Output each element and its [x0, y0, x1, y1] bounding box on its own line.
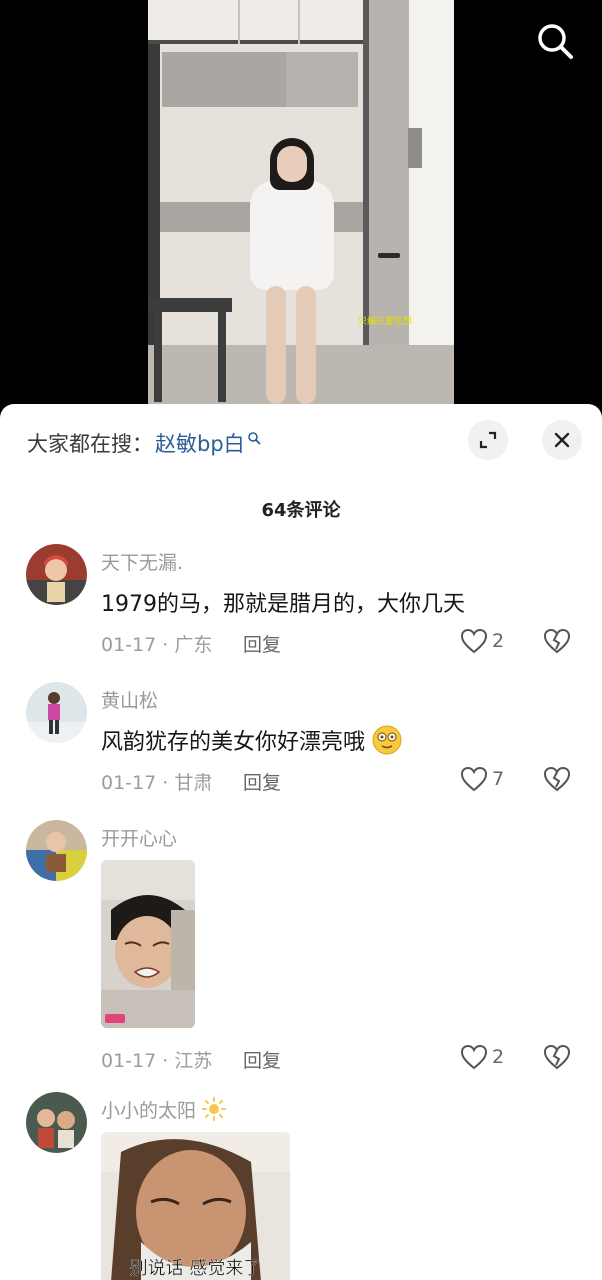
comment-item: 小小的太阳 别说话 感觉来了	[0, 1092, 602, 1280]
broken-heart-icon	[543, 1044, 571, 1070]
background-chair	[148, 298, 232, 402]
comment-date-location: 01-17 · 江苏	[101, 1050, 213, 1072]
dislike-button[interactable]	[543, 628, 571, 656]
comment-date-location: 01-17 · 广东	[101, 634, 213, 656]
comment-item: 开开心心 01-17 · 江苏 回复 2	[0, 820, 602, 1080]
sun-emoji-icon	[202, 1097, 227, 1121]
image-caption: 别说话 感觉来了	[129, 1258, 262, 1279]
search-suggestion-term[interactable]: 赵敏bp白	[155, 428, 245, 458]
avatar[interactable]	[26, 820, 87, 881]
search-suggestion-label: 大家都在搜：	[27, 432, 153, 456]
video-player[interactable]: 只编只要您想	[0, 0, 602, 410]
search-magnifier-icon	[247, 432, 261, 445]
comment-text: 1979的马，那就是腊月的，大你几天	[101, 592, 465, 617]
reply-button[interactable]: 回复	[243, 1046, 281, 1073]
avatar[interactable]	[26, 1092, 87, 1153]
search-suggestion[interactable]: 大家都在搜： 赵敏bp白	[27, 426, 261, 460]
comment-image[interactable]: 别说话 感觉来了	[101, 1132, 290, 1280]
close-button[interactable]	[542, 420, 582, 460]
reply-button[interactable]: 回复	[243, 768, 281, 795]
heart-icon	[460, 766, 488, 792]
search-icon	[538, 24, 573, 59]
comment-text-row: 风韵犹存的美女你好漂亮哦	[101, 724, 402, 756]
smiley-emoji-icon	[372, 725, 402, 755]
comment-username[interactable]: 黄山松	[101, 686, 158, 713]
dislike-button[interactable]	[543, 1044, 571, 1072]
comment-text: 风韵犹存的美女你好漂亮哦	[101, 730, 366, 755]
video-frame: 只编只要您想	[148, 0, 454, 410]
comment-item: 黄山松 风韵犹存的美女你好漂亮哦 01-17 · 甘肃 回复 7	[0, 682, 602, 812]
search-button[interactable]	[532, 18, 578, 64]
like-button[interactable]: 7	[460, 764, 520, 794]
dislike-button[interactable]	[543, 766, 571, 794]
like-button[interactable]: 2	[460, 1042, 520, 1072]
comment-date-location: 01-17 · 甘肃	[101, 772, 213, 794]
close-icon	[554, 432, 570, 448]
like-count: 7	[492, 768, 505, 790]
like-count: 2	[492, 630, 505, 652]
comment-username-row: 小小的太阳	[101, 1096, 227, 1123]
comment-image[interactable]	[101, 860, 195, 1028]
like-count: 2	[492, 1046, 505, 1068]
avatar[interactable]	[26, 544, 87, 605]
like-button[interactable]: 2	[460, 626, 520, 656]
broken-heart-icon	[543, 766, 571, 792]
comment-username[interactable]: 天下无漏.	[101, 548, 183, 575]
heart-icon	[460, 1044, 488, 1070]
broken-heart-icon	[543, 628, 571, 654]
comment-item: 天下无漏. 1979的马，那就是腊月的，大你几天 01-17 · 广东 回复 2	[0, 544, 602, 674]
heart-icon	[460, 628, 488, 654]
video-watermark: 只编只要您想	[358, 317, 413, 327]
comment-username[interactable]: 开开心心	[101, 824, 177, 851]
comment-username[interactable]: 小小的太阳	[101, 1100, 196, 1122]
avatar[interactable]	[26, 682, 87, 743]
comment-sheet: 大家都在搜： 赵敏bp白 64条评论 天下无漏. 1979的马，那就是腊月的，大…	[0, 404, 602, 1280]
comment-count: 64条评论	[261, 500, 341, 521]
expand-button[interactable]	[468, 420, 508, 460]
dancing-person	[244, 136, 340, 406]
expand-icon	[479, 431, 497, 449]
reply-button[interactable]: 回复	[243, 630, 281, 657]
